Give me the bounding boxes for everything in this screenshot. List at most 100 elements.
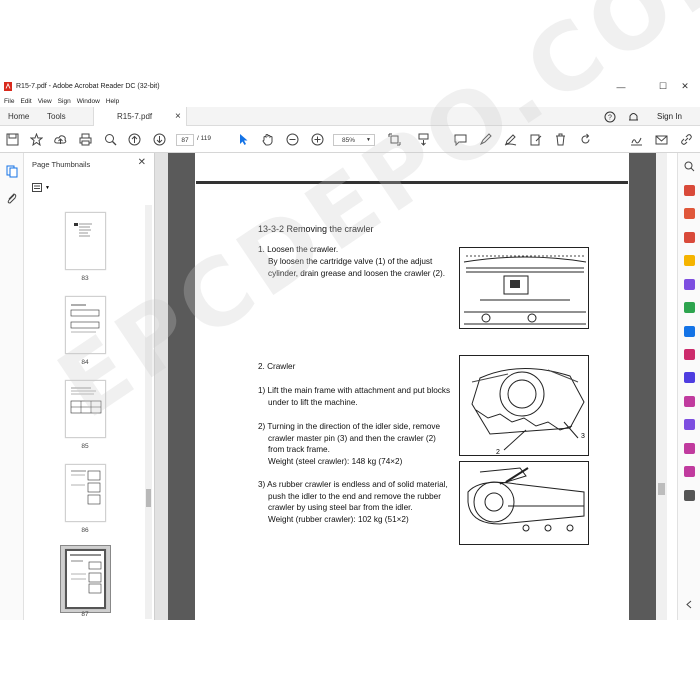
menu-file[interactable]: File [4, 98, 14, 105]
sign-document-icon[interactable] [629, 132, 644, 147]
zoom-out-icon[interactable] [285, 132, 300, 147]
zoom-in-icon[interactable] [310, 132, 325, 147]
svg-text:?: ? [608, 114, 612, 121]
protect-icon[interactable] [684, 372, 695, 383]
page-number-input[interactable]: 87 [176, 134, 194, 146]
thumbnail-options-button[interactable]: ▼ [32, 182, 52, 193]
cloud-upload-icon[interactable] [53, 132, 68, 147]
fill-sign-icon[interactable] [528, 132, 543, 147]
thumbnail-scroll-knob[interactable] [146, 489, 151, 507]
chevron-down-icon: ▼ [45, 184, 50, 191]
send-for-signature-icon[interactable] [684, 396, 695, 407]
figure-label-3: 3 [581, 433, 585, 440]
rotate-icon[interactable] [578, 132, 593, 147]
create-pdf-icon[interactable] [684, 232, 695, 243]
sub2-line2: crawler master pin (3) and then the craw… [268, 434, 436, 443]
menu-view[interactable]: View [38, 98, 52, 105]
more-tools-icon[interactable] [684, 490, 695, 501]
menu-help[interactable]: Help [106, 98, 119, 105]
comment-tool-icon[interactable] [684, 255, 695, 266]
scroll-mode-icon[interactable] [416, 132, 431, 147]
tab-home[interactable]: Home [8, 107, 29, 126]
thumbnail-page-87[interactable] [65, 549, 106, 609]
previous-page-icon[interactable] [127, 132, 142, 147]
figure-crawler-pin: 2 3 [459, 355, 589, 456]
figure-label-2: 2 [496, 449, 500, 456]
email-icon[interactable] [654, 132, 669, 147]
menu-bar: File Edit View Sign Window Help [0, 95, 700, 107]
expand-rail-icon[interactable] [685, 600, 694, 609]
thumbnail-label: 84 [81, 359, 89, 366]
print-icon[interactable] [78, 132, 93, 147]
page-thumbnails-icon[interactable] [6, 165, 18, 178]
sub3-line1: 3) As rubber crawler is endless and of s… [258, 480, 448, 489]
zoom-level-value: 85% [342, 136, 356, 144]
step2-title: 2. Crawler [258, 362, 296, 371]
menu-sign[interactable]: Sign [58, 98, 71, 105]
zoom-level-select[interactable]: 85% ▼ [333, 134, 375, 146]
share-link-icon[interactable] [679, 132, 694, 147]
notifications-bell-icon[interactable] [628, 107, 639, 126]
tab-tools[interactable]: Tools [47, 107, 66, 126]
search-zoom-icon[interactable] [684, 161, 695, 172]
hand-tool-icon[interactable] [260, 132, 275, 147]
options-menu-icon [32, 183, 42, 192]
sub2-line3: from track frame. [268, 445, 330, 454]
document-scroll-knob[interactable] [658, 483, 665, 495]
fill-and-sign-tool-icon[interactable] [684, 349, 695, 360]
thumbnail-page-84[interactable] [65, 296, 106, 354]
thumbnail-page-83[interactable] [65, 212, 106, 270]
export-pdf-icon[interactable] [684, 185, 695, 196]
thumbnails-header: Page Thumbnails [32, 160, 91, 169]
thumbnail-label: 87 [81, 611, 89, 618]
request-signature-icon[interactable] [684, 419, 695, 430]
stamp-icon[interactable] [684, 466, 695, 477]
redact-icon[interactable] [684, 443, 695, 454]
highlight-pen-icon[interactable] [478, 132, 493, 147]
menu-window[interactable]: Window [77, 98, 100, 105]
sub2-line1: 2) Turning in the direction of the idler… [258, 422, 441, 431]
thumbnail-label: 83 [81, 275, 89, 282]
step1-title: 1. Loosen the crawler. [258, 245, 339, 254]
sub2-line4: Weight (steel crawler): 148 kg (74×2) [268, 457, 403, 466]
find-search-icon[interactable] [103, 132, 118, 147]
page-header-rule [196, 181, 628, 184]
sub3-line2: push the idler to the end and remove the… [268, 492, 441, 501]
figure-rubber-crawler [459, 461, 589, 545]
close-panel-icon[interactable]: ✕ [138, 157, 146, 168]
step1-line1: By loosen the cartridge valve (1) of the… [268, 257, 433, 266]
edit-pdf-icon[interactable] [684, 208, 695, 219]
thumbnail-page-85[interactable] [65, 380, 106, 438]
chevron-down-icon: ▼ [366, 137, 371, 143]
page-fit-icon[interactable] [387, 132, 402, 147]
minimize-button[interactable]: — [606, 78, 636, 95]
next-page-icon[interactable] [152, 132, 167, 147]
sub1-line1: 1) Lift the main frame with attachment a… [258, 386, 451, 395]
help-icon[interactable]: ? [604, 107, 616, 126]
acrobat-window: R15-7.pdf - Adobe Acrobat Reader DC (32-… [0, 0, 700, 700]
thumbnail-page-86[interactable] [65, 464, 106, 522]
figure-adjust-cylinder [459, 247, 589, 329]
tab-document[interactable]: R15-7.pdf × [93, 107, 187, 126]
attachment-paperclip-icon[interactable] [6, 192, 18, 205]
document-scrollbar[interactable] [656, 153, 667, 620]
draw-freehand-icon[interactable] [503, 132, 518, 147]
select-cursor-icon[interactable] [236, 132, 251, 147]
delete-trash-icon[interactable] [553, 132, 568, 147]
comment-icon[interactable] [453, 132, 468, 147]
toolbar: 87 / 119 85% ▼ [0, 126, 700, 153]
close-window-button[interactable]: ✕ [670, 78, 700, 95]
menu-edit[interactable]: Edit [20, 98, 31, 105]
sub1-line2: under to lift the machine. [268, 398, 358, 407]
tab-document-label: R15-7.pdf [117, 112, 153, 121]
compress-pdf-icon[interactable] [684, 326, 695, 337]
sign-in-button[interactable]: Sign In [657, 107, 682, 126]
organize-pages-icon[interactable] [684, 302, 695, 313]
thumbnail-scrollbar[interactable] [145, 205, 152, 619]
page-left-margin [168, 153, 195, 620]
bookmark-star-icon[interactable] [29, 132, 44, 147]
right-tools-rail [677, 153, 700, 620]
tab-close-icon[interactable]: × [175, 111, 181, 122]
combine-files-icon[interactable] [684, 279, 695, 290]
save-icon[interactable] [5, 132, 20, 147]
